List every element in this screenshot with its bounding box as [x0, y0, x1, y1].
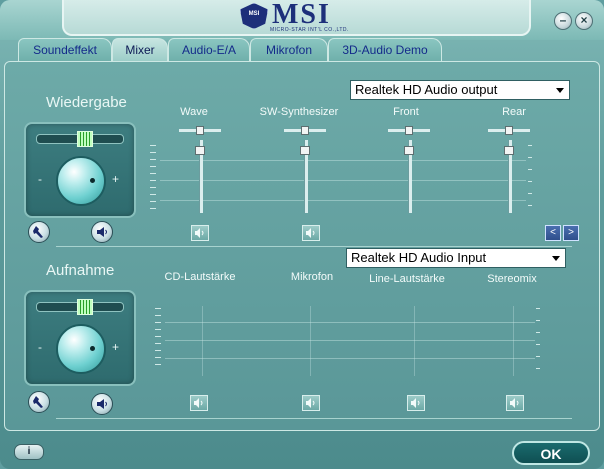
speaker-icon — [306, 398, 315, 408]
recording-device-value: Realtek HD Audio Input — [351, 250, 487, 265]
mute-button-wave[interactable] — [191, 225, 209, 241]
speaker-icon — [510, 398, 519, 408]
playback-device-dropdown[interactable]: Realtek HD Audio output — [350, 80, 570, 100]
brand-tagline: MICRO-STAR INT'L CO.,LTD. — [270, 27, 349, 33]
channel-label-wave: Wave — [180, 106, 208, 118]
channel-label-line: Line-Lautstärke — [369, 273, 445, 285]
volume-fader-thumb-front[interactable] — [404, 146, 414, 155]
playback-minus-label: - — [38, 172, 42, 186]
speaker-icon — [411, 398, 420, 408]
recording-plus-label: + — [112, 340, 120, 354]
mute-button-line[interactable] — [407, 395, 425, 411]
grid-line — [165, 322, 535, 323]
channel-label-rear: Rear — [502, 106, 526, 118]
grid-line — [160, 160, 526, 161]
grid-line — [165, 358, 535, 359]
channel-column-line — [310, 306, 311, 376]
speaker-icon — [97, 227, 107, 237]
recording-master-volume: - + — [24, 290, 136, 386]
volume-fader-thumb-rear[interactable] — [504, 146, 514, 155]
grid-line — [165, 340, 535, 341]
recording-volume-knob[interactable] — [56, 324, 106, 374]
channel-label-cd: CD-Lautstärke — [164, 271, 236, 283]
recording-title: Aufnahme — [46, 262, 115, 279]
tab-3d-audio-demo[interactable]: 3D-Audio Demo — [328, 38, 442, 61]
balance-thumb-sw-synthesizer[interactable] — [301, 126, 309, 135]
volume-fader-thumb-wave[interactable] — [195, 146, 205, 155]
playback-mute-all-button[interactable] — [91, 221, 113, 243]
tab-mikrofon[interactable]: Mikrofon — [250, 38, 328, 61]
balance-thumb-front[interactable] — [405, 126, 413, 135]
recording-device-dropdown[interactable]: Realtek HD Audio Input — [346, 248, 566, 268]
volume-fader-thumb-sw-synthesizer[interactable] — [300, 146, 310, 155]
playback-right-scale — [528, 145, 532, 217]
balance-thumb-rear[interactable] — [505, 126, 513, 135]
channel-label-stereomix: Stereomix — [487, 273, 537, 285]
speaker-icon — [97, 399, 107, 409]
speaker-icon — [195, 228, 204, 238]
tab-bar: Soundeffekt Mixer Audio-E/A Mikrofon 3D-… — [0, 38, 604, 62]
shield-text: MSI — [248, 11, 260, 17]
playback-plus-label: + — [112, 172, 120, 186]
info-button[interactable]: i — [14, 444, 44, 460]
recording-master-slider[interactable] — [36, 299, 124, 315]
recording-minus-label: - — [38, 340, 42, 354]
channel-next-button[interactable]: > — [563, 225, 579, 241]
playback-device-value: Realtek HD Audio output — [355, 82, 498, 97]
balance-thumb-wave[interactable] — [196, 126, 204, 135]
playback-master-slider-thumb[interactable] — [77, 131, 93, 147]
channel-label-sw-synthesizer: SW-Synthesizer — [259, 106, 339, 118]
recording-master-slider-thumb[interactable] — [77, 299, 93, 315]
speaker-icon — [194, 398, 203, 408]
recording-right-scale — [536, 308, 540, 380]
channel-column-line — [414, 306, 415, 376]
playback-settings-button[interactable] — [28, 221, 50, 243]
playback-volume-knob[interactable] — [56, 156, 106, 206]
mute-button-sw-synthesizer[interactable] — [302, 225, 320, 241]
mixer-window: MSI MSI MICRO-STAR INT'L CO.,LTD. – × So… — [0, 0, 604, 469]
close-button[interactable]: × — [575, 12, 593, 30]
section-divider — [56, 418, 572, 419]
chevron-down-icon — [556, 88, 564, 93]
minimize-button[interactable]: – — [554, 12, 572, 30]
grid-line — [160, 200, 526, 201]
channel-column-line — [202, 306, 203, 376]
recording-level-scale — [155, 308, 161, 371]
mute-button-cd[interactable] — [190, 395, 208, 411]
playback-master-slider[interactable] — [36, 131, 124, 147]
ok-button[interactable]: OK — [512, 441, 590, 465]
mute-button-stereomix[interactable] — [506, 395, 524, 411]
tab-mixer[interactable]: Mixer — [112, 38, 168, 61]
channel-label-mikrofon: Mikrofon — [290, 271, 334, 283]
channel-prev-button[interactable]: < — [545, 225, 561, 241]
tab-audio-ea[interactable]: Audio-E/A — [168, 38, 250, 61]
chevron-down-icon — [552, 256, 560, 261]
playback-level-scale — [150, 145, 156, 215]
playback-master-volume: - + — [24, 122, 136, 218]
wrench-icon — [33, 226, 43, 238]
channel-column-line — [513, 306, 514, 376]
wrench-icon — [33, 396, 43, 408]
recording-settings-button[interactable] — [28, 391, 50, 413]
recording-mute-all-button[interactable] — [91, 393, 113, 415]
grid-line — [160, 180, 526, 181]
tab-soundeffekt[interactable]: Soundeffekt — [18, 38, 112, 61]
speaker-icon — [306, 228, 315, 238]
mute-button-mikrofon[interactable] — [302, 395, 320, 411]
section-divider — [56, 246, 572, 247]
playback-title: Wiedergabe — [46, 94, 127, 111]
channel-label-front: Front — [393, 106, 419, 118]
